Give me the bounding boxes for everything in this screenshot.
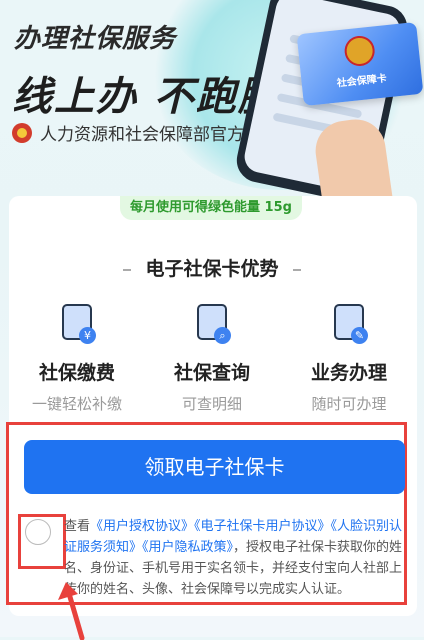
promo-banner: 办理社保服务 线上办 不跑腿 人力资源和社会保障部官方授权 社会保障卡 (0, 0, 424, 215)
divider-right (292, 268, 301, 271)
feature-desc: 一键轻松补缴 (31, 395, 122, 413)
feature-payment[interactable]: ¥ 社保缴费 一键轻松补缴 (22, 302, 132, 414)
banner-headline: 办理社保服务 (14, 24, 177, 54)
advantages-title: 电子社保卡优势 (0, 254, 424, 281)
advantages-title-text: 电子社保卡优势 (145, 258, 279, 280)
pointer-arrow-icon (58, 582, 85, 640)
agreement-prefix: 查看 (64, 519, 91, 534)
divider-left (123, 268, 132, 271)
link-privacy-policy[interactable]: 《用户隐私政策》 (142, 540, 233, 555)
feature-name: 社保缴费 (38, 362, 115, 384)
agreement-text: 查看《用户授权协议》《电子社保卡用户协议》《人脸识别认证服务须知》《用户隐私政策… (64, 516, 409, 600)
card-label: 社会保障卡 (336, 73, 388, 90)
feature-name: 社保查询 (173, 362, 250, 384)
search-doc-icon: ⌕ (193, 302, 231, 344)
feature-business[interactable]: ✎ 业务办理 随时可办理 (294, 302, 404, 414)
get-e-card-button[interactable]: 领取电子社保卡 (24, 440, 405, 494)
banner-slogan: 线上办 不跑腿 (12, 74, 280, 120)
feature-desc: 随时可办理 (311, 395, 387, 413)
feature-desc: 可查明细 (181, 395, 242, 413)
checkbox-highlight-box (18, 514, 66, 569)
feature-name: 业务办理 (310, 362, 387, 384)
national-emblem-icon (12, 122, 32, 143)
yen-doc-icon: ¥ (58, 302, 96, 344)
card-emblem-icon (343, 34, 377, 68)
link-e-card-agreement[interactable]: 《电子社保卡用户协议》 (194, 519, 331, 534)
feature-query[interactable]: ⌕ 社保查询 可查明细 (157, 302, 267, 414)
energy-tag: 每月使用可得绿色能量 15g (120, 196, 302, 220)
link-user-authorization[interactable]: 《用户授权协议》 (90, 519, 194, 534)
social-security-card-illustration: 社会保障卡 (296, 21, 424, 107)
authority-line: 人力资源和社会保障部官方授权 (12, 120, 278, 145)
edit-doc-icon: ✎ (330, 302, 368, 344)
